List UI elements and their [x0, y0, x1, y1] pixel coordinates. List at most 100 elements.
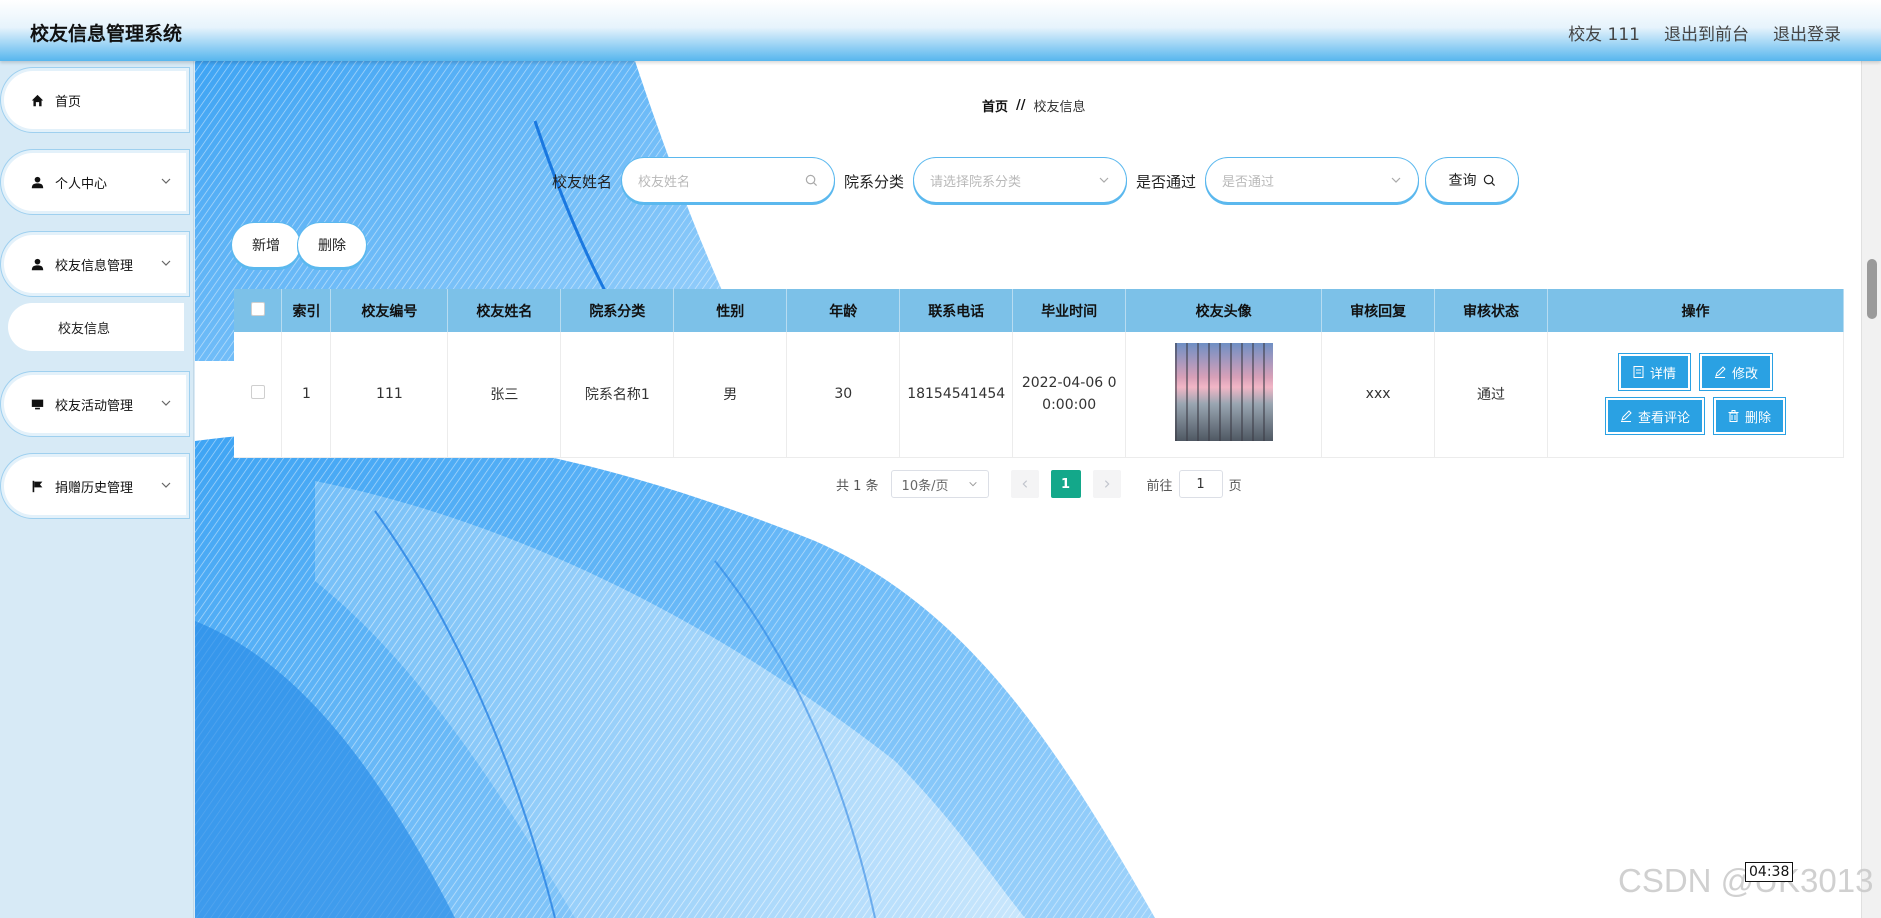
- view-comments-button-label: 查看评论: [1637, 410, 1690, 426]
- cell-name: 张三: [447, 332, 562, 458]
- row-select-cell: [234, 332, 283, 458]
- row-delete-button[interactable]: 删除: [1716, 400, 1784, 433]
- edit-button[interactable]: 修改: [1702, 356, 1771, 389]
- cell-gender: 男: [673, 332, 788, 458]
- query-button-label: 查询: [1448, 173, 1477, 189]
- chevron-down-icon: [1099, 177, 1109, 183]
- exit-to-front-link[interactable]: 退出到前台: [1664, 20, 1749, 45]
- department-select[interactable]: 请选择院系分类: [916, 160, 1124, 200]
- search-icon: [1483, 174, 1495, 186]
- chevron-down-icon: [968, 481, 977, 487]
- cell-operations: 详情 修改 查看评论 删除: [1547, 332, 1844, 458]
- column-header: 联系电话: [899, 289, 1014, 332]
- edit-icon: [1715, 366, 1726, 379]
- sidebar-item-label: 校友活动管理: [55, 398, 134, 414]
- alumni-avatar-image[interactable]: [1174, 343, 1273, 442]
- breadcrumb-home[interactable]: 首页: [982, 96, 1008, 115]
- user-icon: [29, 256, 45, 272]
- page-number-current[interactable]: 1: [1050, 470, 1081, 498]
- logout-link[interactable]: 退出登录: [1773, 20, 1841, 45]
- row-delete-button-label: 删除: [1745, 410, 1772, 426]
- alumni-table: 索引 校友编号 校友姓名 院系分类 性别 年龄 联系电话 毕业时间 校友头像 审…: [234, 289, 1844, 458]
- next-page-button[interactable]: [1092, 470, 1121, 498]
- sidebar-item-label: 首页: [55, 94, 82, 110]
- page-scrollbar[interactable]: [1861, 61, 1881, 918]
- sidebar-item-donation-history-management[interactable]: 捐赠历史管理: [4, 457, 186, 515]
- column-header: 校友编号: [330, 289, 449, 332]
- approved-label: 是否通过: [1136, 173, 1197, 191]
- column-header: 毕业时间: [1012, 289, 1127, 332]
- add-button-label: 新增: [252, 238, 280, 254]
- sidebar-subitem-label: 校友信息: [58, 321, 111, 337]
- breadcrumb-separator: //: [1016, 98, 1026, 113]
- video-timestamp: 04:38: [1745, 862, 1794, 882]
- home-icon: [29, 92, 45, 108]
- cell-department: 院系名称1: [560, 332, 675, 458]
- top-bar: 校友信息管理系统 校友 111 退出到前台 退出登录: [0, 0, 1881, 61]
- graduation-time-line1: 2022-04-06 0: [1021, 375, 1117, 392]
- column-header: 校友头像: [1125, 289, 1323, 332]
- add-button[interactable]: 新增: [234, 225, 298, 265]
- column-header: 院系分类: [560, 289, 675, 332]
- column-header: 年龄: [786, 289, 901, 332]
- document-icon: [1633, 366, 1644, 379]
- chevron-down-icon: [161, 400, 171, 406]
- cell-phone: 18154541454: [899, 332, 1014, 458]
- chevron-right-icon: [1104, 480, 1110, 488]
- pagination-total: 共 1 条: [836, 478, 879, 494]
- column-header: 审核回复: [1321, 289, 1436, 332]
- cell-graduation-time: 2022-04-06 0 0:00:00: [1012, 332, 1127, 458]
- pagination: 共 1 条 10条/页 1 前往 1 页: [836, 470, 1242, 498]
- chevron-down-icon: [161, 482, 171, 488]
- view-comments-button[interactable]: 查看评论: [1607, 400, 1702, 433]
- query-button[interactable]: 查询: [1428, 160, 1516, 200]
- cell-index: 1: [281, 332, 332, 458]
- select-all-header: [234, 289, 283, 332]
- cell-review-status: 通过: [1434, 332, 1549, 458]
- department-placeholder: 请选择院系分类: [930, 174, 1022, 190]
- sidebar: 首页 个人中心 校友信息管理 校友信息 校友活动管理 捐赠历史管理: [0, 61, 194, 918]
- detail-button[interactable]: 详情: [1620, 356, 1688, 389]
- scrollbar-thumb[interactable]: [1867, 259, 1877, 319]
- row-checkbox[interactable]: [250, 385, 265, 400]
- approved-placeholder: 是否通过: [1222, 174, 1275, 190]
- sidebar-subitem-alumni-info[interactable]: 校友信息: [8, 303, 184, 351]
- prev-page-button[interactable]: [1010, 470, 1039, 498]
- approved-select[interactable]: 是否通过: [1208, 160, 1416, 200]
- sidebar-item-home[interactable]: 首页: [4, 71, 186, 129]
- cell-age: 30: [786, 332, 901, 458]
- top-links: 校友 111 退出到前台 退出登录: [1568, 20, 1841, 45]
- select-all-checkbox[interactable]: [250, 301, 265, 316]
- breadcrumb: 首页 // 校友信息: [982, 96, 1086, 115]
- batch-delete-button-label: 删除: [318, 238, 346, 254]
- sidebar-item-label: 捐赠历史管理: [55, 480, 134, 496]
- user-icon: [29, 174, 45, 190]
- sidebar-item-personal-center[interactable]: 个人中心: [4, 153, 186, 211]
- page-size-select[interactable]: 10条/页: [890, 470, 989, 498]
- page-goto: 前往 1 页: [1147, 470, 1242, 498]
- table-header-row: 索引 校友编号 校友姓名 院系分类 性别 年龄 联系电话 毕业时间 校友头像 审…: [234, 289, 1844, 332]
- department-label: 院系分类: [844, 173, 905, 191]
- goto-page-input[interactable]: 1: [1178, 470, 1223, 498]
- cell-number: 111: [330, 332, 449, 458]
- column-header: 操作: [1547, 289, 1844, 332]
- column-header: 索引: [281, 289, 332, 332]
- alumni-name-input[interactable]: 校友姓名: [624, 160, 832, 200]
- sidebar-item-alumni-activity-management[interactable]: 校友活动管理: [4, 375, 186, 433]
- cell-review-reply: xxx: [1321, 332, 1436, 458]
- detail-button-label: 详情: [1649, 366, 1676, 382]
- cell-avatar: [1125, 332, 1323, 458]
- edit-icon: [1620, 410, 1632, 423]
- batch-delete-button[interactable]: 删除: [300, 225, 364, 265]
- alumni-name-label: 校友姓名: [552, 173, 613, 191]
- chevron-down-icon: [1391, 177, 1401, 183]
- column-header: 性别: [673, 289, 788, 332]
- page-size-value: 10条/页: [901, 478, 949, 494]
- app-title: 校友信息管理系统: [30, 23, 183, 45]
- sidebar-item-label: 个人中心: [55, 176, 108, 192]
- user-name-link[interactable]: 校友 111: [1568, 20, 1640, 45]
- column-header: 审核状态: [1434, 289, 1549, 332]
- monitor-icon: [29, 396, 45, 412]
- sidebar-item-alumni-info-management[interactable]: 校友信息管理: [4, 235, 186, 293]
- sidebar-item-label: 校友信息管理: [55, 258, 134, 274]
